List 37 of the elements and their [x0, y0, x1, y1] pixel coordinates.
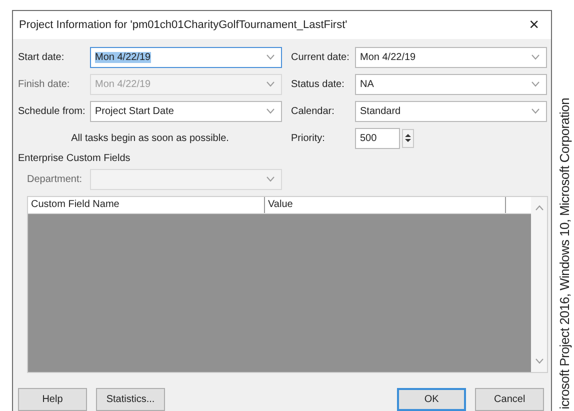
field-label: Schedule from: [18, 106, 86, 117]
field-label: Current date: [291, 52, 350, 63]
dialog-button[interactable]: Cancel [475, 388, 544, 411]
close-button[interactable]: × [525, 16, 544, 34]
chevron-down-icon [531, 108, 540, 114]
chevron-down-icon [266, 54, 275, 60]
number-field[interactable]: 500 [355, 128, 400, 149]
image-credit: icrosoft Project 2016, Windows 10, Microsoft Corporation [557, 98, 572, 409]
scrollbar[interactable] [531, 196, 547, 372]
info-text: All tasks begin as soon as possible. [70, 132, 230, 144]
chevron-down-icon [531, 54, 540, 60]
window-title: Project Information for 'pm01ch01CharityGolfTournament_LastFirst' [19, 18, 348, 31]
chevron-down-icon [266, 176, 275, 182]
field-label: Department: [27, 174, 84, 185]
column-header[interactable]: Custom Field Name [28, 196, 265, 213]
dropdown-field[interactable]: Project Start Date [90, 100, 282, 122]
section-title: Enterprise Custom Fields [18, 152, 130, 164]
chevron-up-icon [534, 204, 544, 211]
dropdown-field[interactable]: Standard [355, 100, 547, 122]
chevron-down-icon [266, 81, 275, 88]
dialog-button[interactable]: OK [397, 388, 466, 411]
field-label: Finish date: [18, 78, 71, 90]
chevron-down-icon [531, 81, 540, 88]
field-label: Start date: [18, 52, 66, 63]
up-down-arrows-icon [405, 132, 411, 144]
field-label: Calendar: [291, 106, 336, 117]
dropdown-field[interactable]: NA [355, 74, 547, 95]
column-header[interactable]: Value [265, 196, 506, 213]
field-label: Priority: [291, 132, 326, 144]
spin-button[interactable] [402, 128, 414, 148]
chevron-down-icon [534, 358, 544, 364]
dropdown-field[interactable]: Mon 4/22/19 [90, 46, 282, 68]
dropdown-field[interactable]: Mon 4/22/19 [355, 46, 547, 68]
field-label: Status date: [291, 78, 346, 90]
dialog-button[interactable]: Statistics... [96, 388, 165, 411]
dialog-button[interactable]: Help [18, 388, 87, 411]
chevron-down-icon [266, 108, 275, 114]
